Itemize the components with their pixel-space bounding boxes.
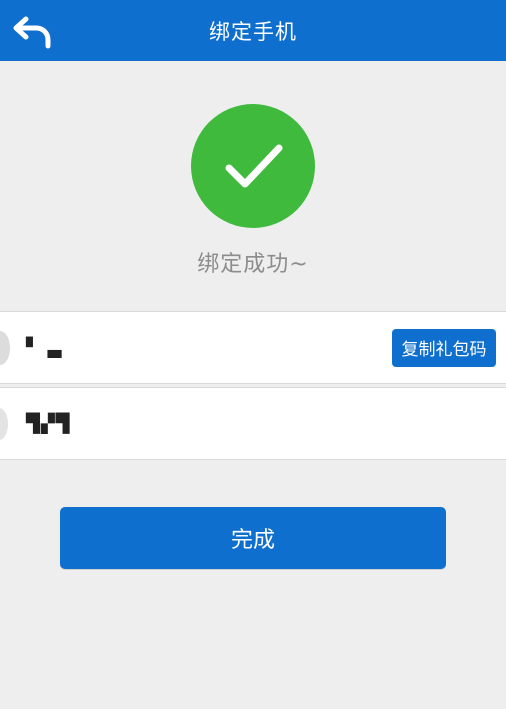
back-arrow-icon [13, 16, 51, 49]
copy-gift-code-button[interactable]: 复制礼包码 [392, 328, 496, 367]
gift-code-row: ▘ ▃ 复制礼包码 [0, 311, 506, 384]
success-section: 绑定成功~ [0, 104, 506, 278]
gift-info-row: ▜▞▜ [0, 387, 506, 460]
back-button[interactable] [8, 8, 58, 54]
obscured-gift-info: ▜▞▜ [26, 413, 71, 434]
page-title: 绑定手机 [209, 19, 297, 44]
checkmark-icon [225, 144, 283, 188]
gift-info-value: ▜▞▜ [26, 413, 71, 434]
ticket-notch [0, 330, 10, 365]
success-badge [191, 104, 315, 228]
obscured-gift-code: ▘ ▃ [26, 337, 63, 358]
gift-code-value: ▘ ▃ [26, 337, 62, 358]
success-message: 绑定成功~ [197, 252, 309, 277]
ticket-notch [0, 407, 8, 440]
top-bar: 绑定手机 [0, 0, 506, 61]
done-button[interactable]: 完成 [60, 507, 446, 569]
